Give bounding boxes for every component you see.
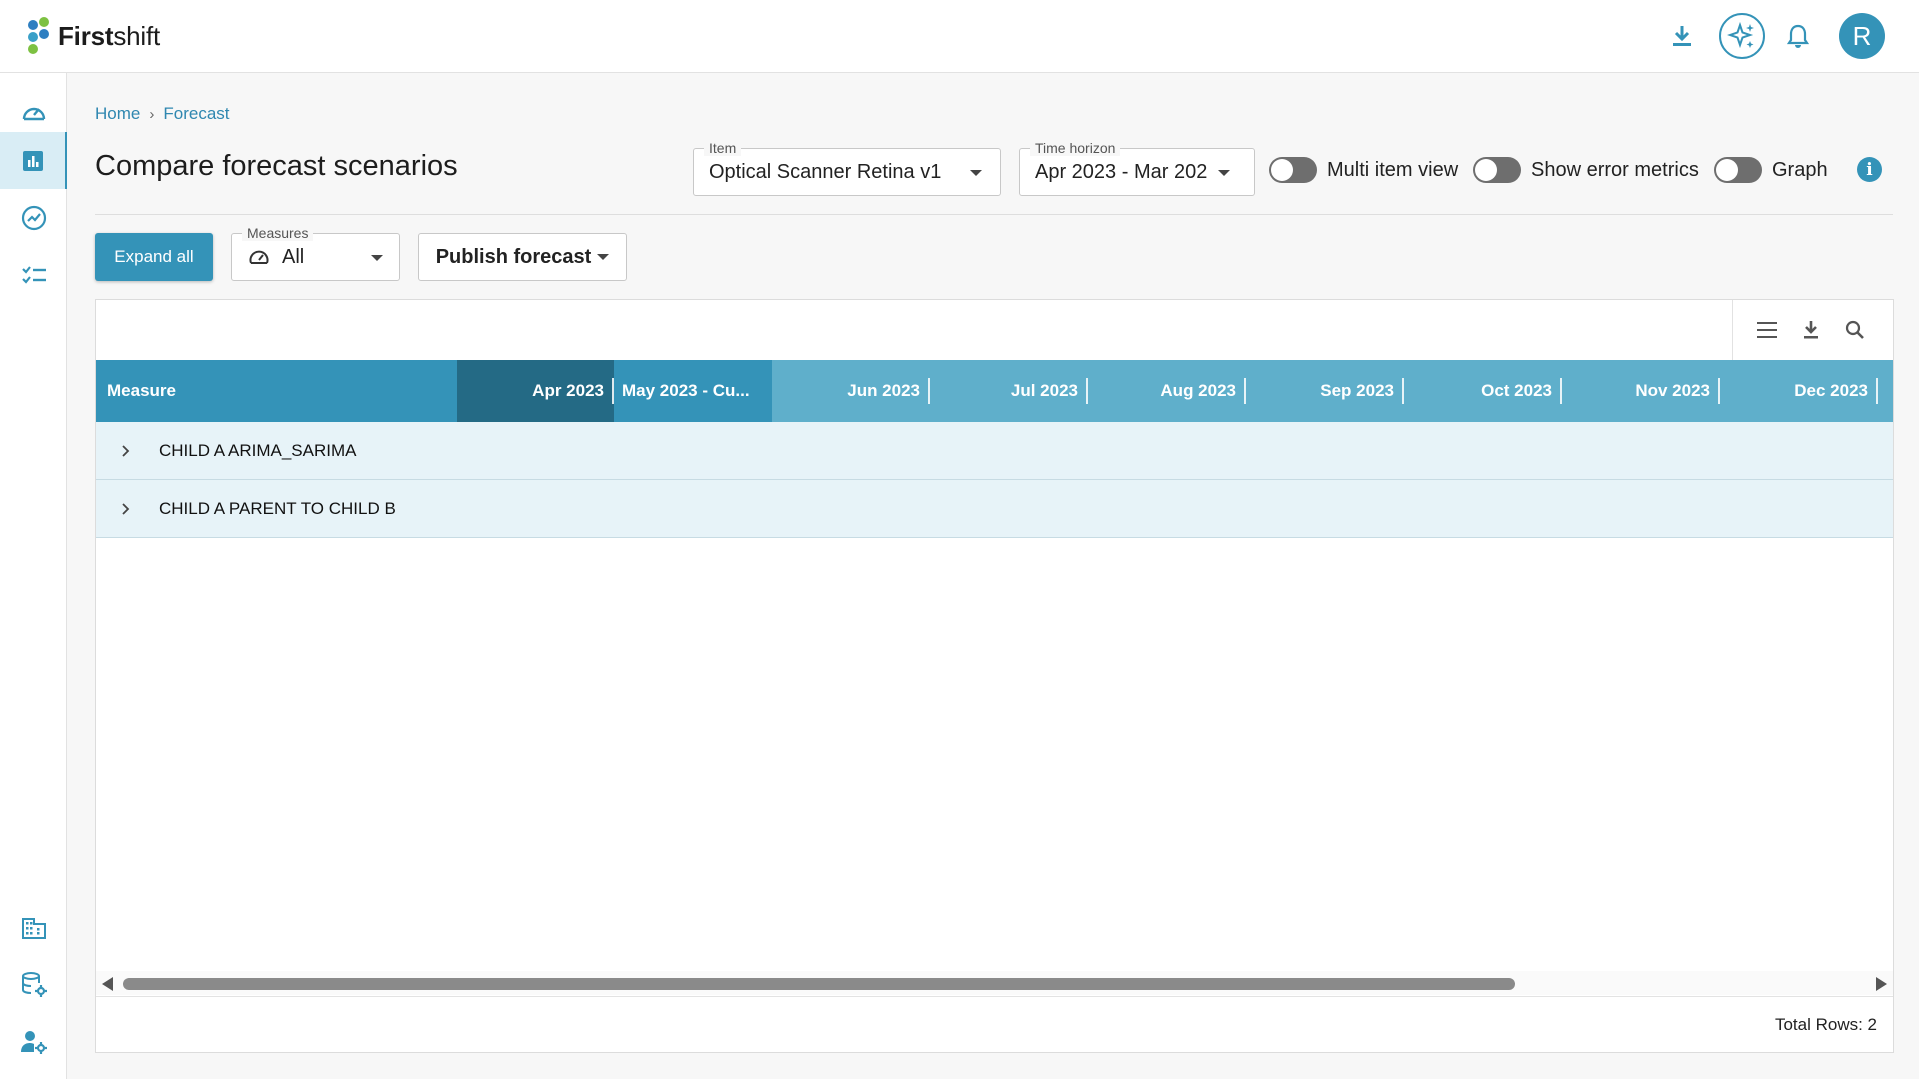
forecast-grid: Measure Apr 2023 May 2023 - Cu... Jun 20… <box>95 299 1894 1053</box>
scroll-left-arrow-icon[interactable] <box>102 977 113 991</box>
expand-row-chevron-icon[interactable] <box>96 502 156 516</box>
scroll-right-arrow-icon[interactable] <box>1876 977 1887 991</box>
publish-forecast-button[interactable]: Publish forecast <box>418 233 627 281</box>
graph-toggle[interactable]: Graph <box>1714 157 1828 183</box>
multi-item-view-toggle[interactable]: Multi item view <box>1269 157 1458 183</box>
row-label: CHILD A ARIMA_SARIMA <box>159 440 357 460</box>
grid-toolbar <box>1732 300 1893 360</box>
horizontal-scrollbar[interactable] <box>96 971 1893 995</box>
table-row[interactable]: CHILD A PARENT TO CHILD B <box>96 480 1893 538</box>
download-icon[interactable] <box>1671 24 1693 48</box>
logo-mark-icon <box>26 16 54 56</box>
chevron-down-icon <box>371 255 383 261</box>
checklist-icon <box>21 265 46 284</box>
speedometer-icon <box>249 250 269 264</box>
item-select[interactable]: Item Optical Scanner Retina v1 <box>693 140 1001 196</box>
chevron-down-icon <box>970 170 982 176</box>
building-icon <box>21 917 46 939</box>
sidebar-item-trends[interactable] <box>0 189 67 246</box>
expand-all-button[interactable]: Expand all <box>95 233 213 281</box>
bar-chart-icon <box>22 150 43 171</box>
toggle-switch[interactable] <box>1473 157 1521 183</box>
ai-sparkle-button[interactable] <box>1719 13 1765 59</box>
time-horizon-select[interactable]: Time horizon Apr 2023 - Mar 202 <box>1019 140 1255 196</box>
time-horizon-legend: Time horizon <box>1030 140 1121 156</box>
column-header-apr-2023[interactable]: Apr 2023 <box>457 360 614 422</box>
toggle-switch[interactable] <box>1714 157 1762 183</box>
column-header-measure[interactable]: Measure <box>96 360 457 422</box>
scrollbar-thumb[interactable] <box>123 978 1515 990</box>
section-divider <box>95 214 1893 215</box>
toggle-label: Multi item view <box>1327 158 1459 181</box>
brand-name: Firstshift <box>58 20 161 51</box>
total-rows-count: Total Rows: 2 <box>1774 1015 1877 1034</box>
speedometer-icon <box>22 107 45 120</box>
column-header-jun-2023[interactable]: Jun 2023 <box>772 360 930 422</box>
measures-select[interactable]: Measures All <box>231 225 400 281</box>
column-header-may-2023[interactable]: May 2023 - Cu... <box>614 360 772 422</box>
column-header-oct-2023[interactable]: Oct 2023 <box>1404 360 1562 422</box>
sidebar-item-data-settings[interactable] <box>0 956 67 1013</box>
breadcrumb: Home › Forecast <box>95 104 230 124</box>
sidebar-item-user-settings[interactable] <box>0 1013 67 1070</box>
column-header-jul-2023[interactable]: Jul 2023 <box>930 360 1088 422</box>
toggle-label: Graph <box>1772 158 1828 181</box>
column-header-aug-2023[interactable]: Aug 2023 <box>1088 360 1246 422</box>
column-header-sep-2023[interactable]: Sep 2023 <box>1246 360 1404 422</box>
grid-header-row: Measure Apr 2023 May 2023 - Cu... Jun 20… <box>96 360 1893 422</box>
column-menu-icon[interactable] <box>1745 308 1789 352</box>
row-label: CHILD A PARENT TO CHILD B <box>159 498 396 518</box>
search-icon[interactable] <box>1833 308 1877 352</box>
left-sidebar <box>0 73 67 1079</box>
time-horizon-value: Apr 2023 - Mar 202 <box>1035 160 1208 183</box>
info-icon[interactable]: i <box>1857 157 1882 182</box>
sidebar-item-organization[interactable] <box>0 899 67 956</box>
item-select-legend: Item <box>704 140 742 156</box>
notifications-bell-icon[interactable] <box>1787 23 1809 49</box>
toggle-label: Show error metrics <box>1531 158 1699 181</box>
table-row[interactable]: CHILD A ARIMA_SARIMA <box>96 422 1893 480</box>
user-gear-icon <box>20 1030 47 1054</box>
grid-footer: Total Rows: 2 <box>96 996 1893 1053</box>
publish-forecast-label: Publish forecast <box>435 245 592 268</box>
export-download-icon[interactable] <box>1789 308 1833 352</box>
sidebar-item-tasks[interactable] <box>0 246 67 303</box>
measures-legend: Measures <box>242 225 314 241</box>
sparkle-icon <box>1727 21 1754 49</box>
trend-circle-icon <box>21 205 46 230</box>
show-error-metrics-toggle[interactable]: Show error metrics <box>1473 157 1699 183</box>
item-select-value: Optical Scanner Retina v1 <box>709 160 942 183</box>
breadcrumb-separator: › <box>149 105 155 123</box>
chevron-down-icon <box>1218 170 1230 176</box>
column-header-nov-2023[interactable]: Nov 2023 <box>1562 360 1720 422</box>
measures-value: All <box>282 245 305 268</box>
breadcrumb-home-link[interactable]: Home <box>95 104 140 124</box>
database-gear-icon <box>21 971 47 997</box>
user-avatar[interactable]: R <box>1839 13 1885 59</box>
expand-row-chevron-icon[interactable] <box>96 444 156 458</box>
page-title: Compare forecast scenarios <box>95 150 458 182</box>
toggle-switch[interactable] <box>1269 157 1317 183</box>
top-bar: Firstshift R <box>0 0 1919 73</box>
column-header-dec-2023[interactable]: Dec 2023 <box>1720 360 1878 422</box>
sidebar-item-forecast[interactable] <box>0 132 67 189</box>
breadcrumb-forecast-link[interactable]: Forecast <box>163 104 229 124</box>
chevron-down-icon <box>597 254 610 260</box>
firstshift-logo[interactable]: Firstshift <box>26 16 160 56</box>
